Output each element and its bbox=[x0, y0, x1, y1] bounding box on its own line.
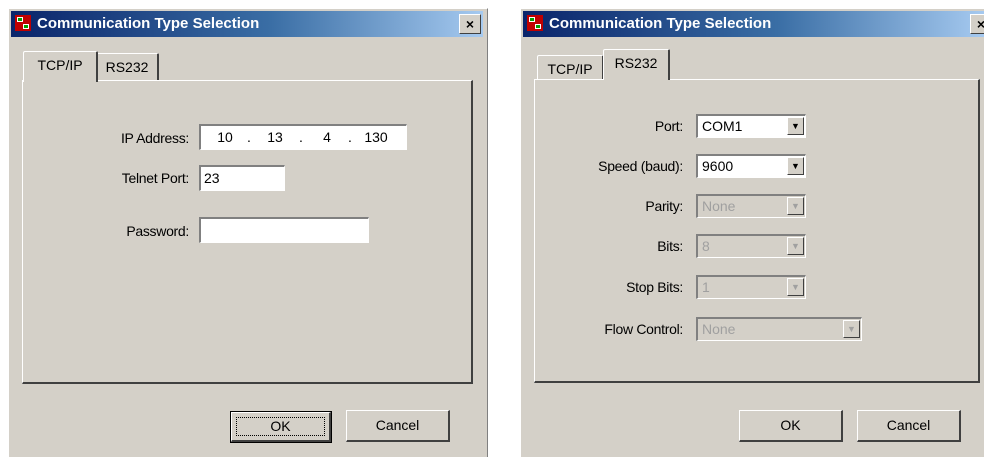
parity-select[interactable]: None ▼ bbox=[696, 194, 806, 218]
ip-octet-2[interactable]: 13 bbox=[263, 126, 287, 148]
tab-label: TCP/IP bbox=[547, 61, 593, 77]
password-label: Password: bbox=[126, 223, 189, 239]
flow-control-select[interactable]: None ▼ bbox=[696, 317, 862, 341]
title-bar[interactable]: Communication Type Selection × bbox=[523, 11, 984, 37]
cancel-label: Cancel bbox=[375, 417, 420, 433]
ok-button[interactable]: OK bbox=[739, 410, 843, 442]
speed-select[interactable]: 9600 ▼ bbox=[696, 154, 806, 178]
ip-dot: . bbox=[348, 129, 352, 145]
bits-label: Bits: bbox=[657, 238, 683, 254]
tab-label: RS232 bbox=[614, 55, 658, 71]
bits-select[interactable]: 8 ▼ bbox=[696, 234, 806, 258]
ok-label: OK bbox=[780, 417, 801, 433]
title-bar[interactable]: Communication Type Selection × bbox=[11, 11, 483, 37]
ok-button[interactable]: OK bbox=[230, 411, 332, 443]
tab-label: RS232 bbox=[105, 59, 149, 75]
cancel-label: Cancel bbox=[886, 417, 931, 433]
tab-tcpip[interactable]: TCP/IP bbox=[23, 51, 98, 82]
tab-panel: Port: COM1 ▼ Speed (baud): 9600 ▼ Parity… bbox=[534, 79, 980, 383]
flow-control-value: None bbox=[702, 321, 736, 337]
telnet-port-value: 23 bbox=[204, 170, 220, 186]
tcpip-dialog: Communication Type Selection × TCP/IP RS… bbox=[8, 8, 488, 457]
tab-rs232[interactable]: RS232 bbox=[603, 49, 670, 80]
tab-tcpip[interactable]: TCP/IP bbox=[537, 55, 604, 82]
port-select[interactable]: COM1 ▼ bbox=[696, 114, 806, 138]
chevron-down-icon[interactable]: ▼ bbox=[787, 157, 804, 175]
app-window-icon bbox=[15, 15, 31, 31]
ip-octet-1[interactable]: 10 bbox=[213, 126, 237, 148]
dialog-title: Communication Type Selection bbox=[549, 15, 772, 32]
cancel-button[interactable]: Cancel bbox=[857, 410, 961, 442]
close-icon: × bbox=[976, 16, 984, 32]
port-label: Port: bbox=[654, 118, 683, 134]
close-button[interactable]: × bbox=[970, 14, 984, 34]
telnet-port-field[interactable]: 23 bbox=[199, 165, 285, 191]
ip-dot: . bbox=[247, 129, 251, 145]
parity-label: Parity: bbox=[645, 198, 683, 214]
speed-value: 9600 bbox=[702, 158, 734, 174]
tab-rs232[interactable]: RS232 bbox=[96, 53, 159, 80]
ip-octet-3[interactable]: 4 bbox=[315, 126, 339, 148]
ip-octet-4[interactable]: 130 bbox=[359, 126, 393, 148]
rs232-dialog: Communication Type Selection × TCP/IP RS… bbox=[520, 8, 984, 457]
chevron-down-icon: ▼ bbox=[787, 237, 804, 255]
dialog-title: Communication Type Selection bbox=[37, 15, 260, 32]
ip-address-label: IP Address: bbox=[120, 130, 189, 146]
close-icon: × bbox=[465, 16, 475, 32]
flow-control-label: Flow Control: bbox=[604, 321, 683, 337]
ip-dot: . bbox=[299, 129, 303, 145]
chevron-down-icon: ▼ bbox=[843, 320, 860, 338]
chevron-down-icon: ▼ bbox=[787, 197, 804, 215]
tab-panel: IP Address: 10 . 13 . 4 . 130 Telnet Por… bbox=[22, 80, 473, 384]
telnet-port-label: Telnet Port: bbox=[121, 170, 190, 186]
port-value: COM1 bbox=[702, 118, 743, 134]
password-field[interactable] bbox=[199, 217, 369, 243]
stop-bits-select[interactable]: 1 ▼ bbox=[696, 275, 806, 299]
app-window-icon bbox=[527, 15, 543, 31]
stop-bits-value: 1 bbox=[702, 279, 710, 295]
chevron-down-icon[interactable]: ▼ bbox=[787, 117, 804, 135]
cancel-button[interactable]: Cancel bbox=[346, 410, 450, 442]
speed-label: Speed (baud): bbox=[598, 158, 683, 174]
ip-address-field[interactable]: 10 . 13 . 4 . 130 bbox=[199, 124, 407, 150]
stop-bits-label: Stop Bits: bbox=[626, 279, 683, 295]
tab-label: TCP/IP bbox=[37, 57, 83, 73]
close-button[interactable]: × bbox=[459, 14, 481, 34]
focus-rectangle bbox=[236, 417, 325, 436]
bits-value: 8 bbox=[702, 238, 710, 254]
chevron-down-icon: ▼ bbox=[787, 278, 804, 296]
parity-value: None bbox=[702, 198, 736, 214]
